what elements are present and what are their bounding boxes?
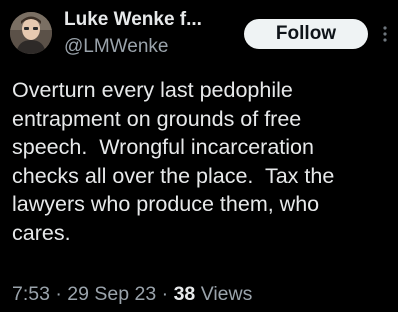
views-label: Views bbox=[200, 283, 253, 305]
tweet-time[interactable]: 7:53 bbox=[12, 283, 50, 305]
author-handle[interactable]: @LMWenke bbox=[64, 36, 168, 58]
tweet-text-line: speech. Wrongful incarceration bbox=[12, 135, 314, 159]
tweet-text-line: lawyers who produce them, who bbox=[12, 192, 320, 216]
tweet-text-line: entrapment on grounds of free bbox=[12, 106, 302, 131]
more-vertical-icon[interactable] bbox=[382, 25, 388, 43]
follow-button[interactable]: Follow bbox=[244, 19, 368, 49]
meta-separator: · bbox=[161, 283, 169, 305]
avatar[interactable] bbox=[10, 12, 52, 54]
tweet-date[interactable]: 29 Sep 23 bbox=[67, 283, 156, 305]
views-count: 38 bbox=[173, 283, 196, 305]
tweet-text-line: cares. bbox=[12, 220, 71, 245]
avatar-image bbox=[10, 12, 52, 54]
tweet-card: Luke Wenke f... @LMWenke Follow Overturn… bbox=[0, 0, 398, 312]
tweet-text-line: checks all over the place. Tax the bbox=[12, 163, 335, 188]
meta-separator: · bbox=[55, 283, 62, 305]
tweet-text: Overturn every last pedophile entrapment… bbox=[12, 76, 392, 247]
tweet-meta: 7:53 · 29 Sep 23 · 38 Views bbox=[12, 283, 252, 306]
tweet-text-line: Overturn every last pedophile bbox=[12, 78, 293, 102]
author-display-name[interactable]: Luke Wenke f... bbox=[64, 9, 202, 31]
